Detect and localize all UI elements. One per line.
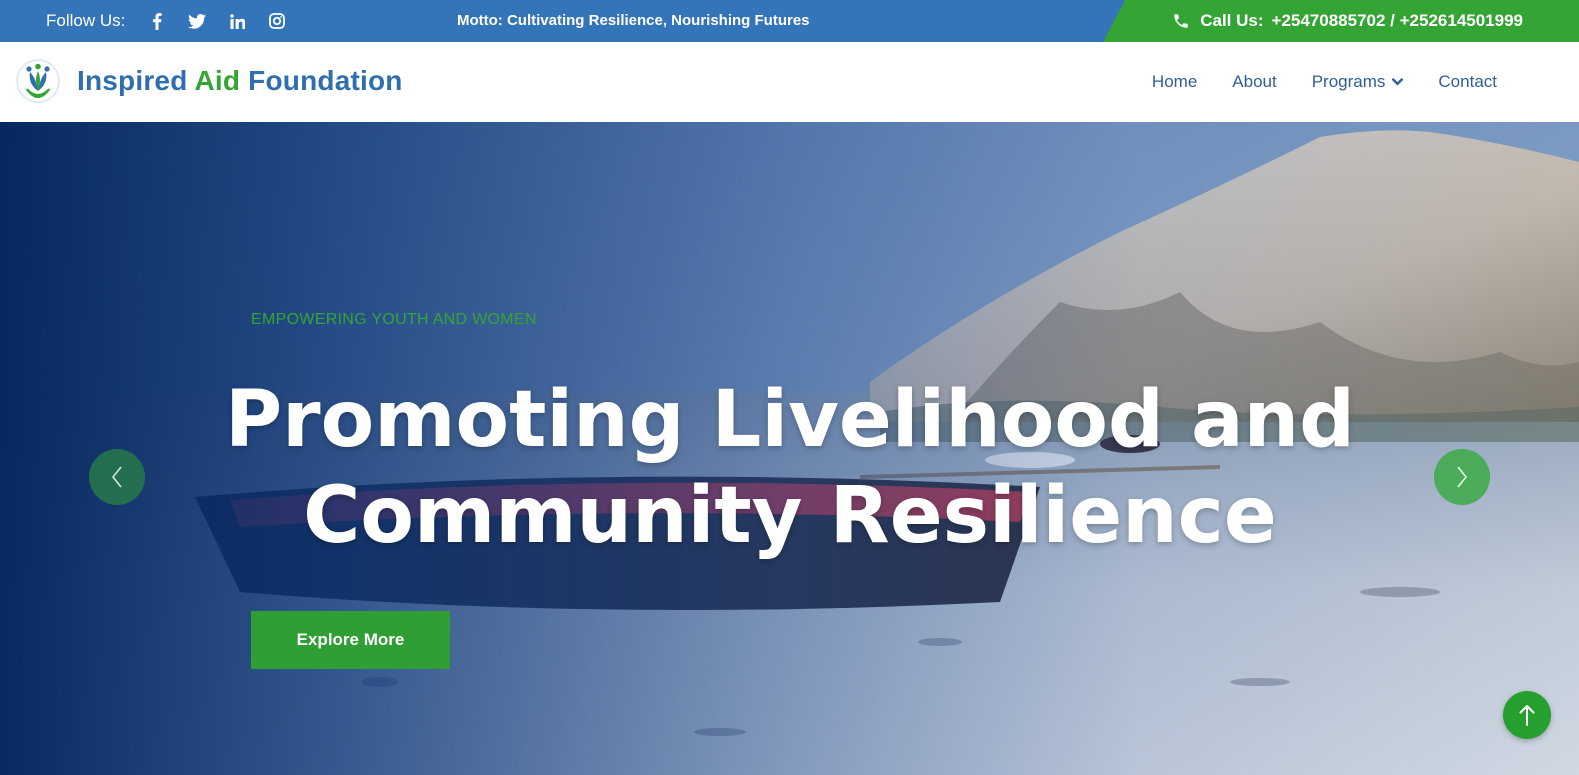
chevron-down-icon [1392,78,1404,86]
foundation-logo-icon [16,59,60,103]
explore-more-button[interactable]: Explore More [251,611,450,669]
back-to-top-button[interactable] [1503,691,1551,739]
top-bar: Follow Us: Motto: Cultivating Resilience… [0,0,1579,42]
nav-home-link[interactable]: Home [1152,72,1197,92]
brand-name-part1: Inspired [77,65,188,96]
hero-headline: Promoting Livelihood and Community Resil… [190,372,1390,564]
hero-eyebrow: EMPOWERING YOUTH AND WOMEN [251,311,537,328]
phone-numbers[interactable]: +25470885702 / +252614501999 [1272,11,1523,31]
facebook-icon[interactable] [137,0,177,42]
nav-programs-dropdown[interactable]: Programs [1312,72,1404,92]
call-us-label: Call Us: [1200,11,1264,30]
hero-slider: EMPOWERING YOUTH AND WOMEN Promoting Liv… [0,122,1579,775]
follow-us: Follow Us: [46,0,297,42]
primary-nav: Home About Programs Contact [1152,42,1497,122]
brand-name: Inspired Aid Foundation [77,65,403,97]
instagram-icon[interactable] [257,0,297,42]
brand-name-part2: Aid [194,65,241,96]
hero-headline-line2: Community Resilience [303,471,1277,561]
nav-programs-label: Programs [1311,72,1386,91]
chevron-right-icon [1457,466,1468,488]
twitter-icon[interactable] [177,0,217,42]
slider-prev-button[interactable] [89,449,145,505]
linkedin-icon[interactable] [217,0,257,42]
call-us-box[interactable]: Call Us: +25470885702 / +252614501999 [1103,0,1579,42]
nav-about-link[interactable]: About [1232,72,1276,92]
arrow-up-icon [1519,705,1535,726]
nav-contact-link[interactable]: Contact [1438,72,1497,92]
motto-text: Motto: Cultivating Resilience, Nourishin… [457,12,810,29]
follow-us-label: Follow Us: [46,11,126,30]
brand-name-part3: Foundation [248,65,403,96]
phone-icon [1172,12,1190,30]
chevron-left-icon [111,466,122,488]
brand-logo-link[interactable]: Inspired Aid Foundation [15,58,403,104]
main-navbar: Inspired Aid Foundation Home About Progr… [0,42,1579,122]
slider-next-button[interactable] [1434,449,1490,505]
hero-headline-line1: Promoting Livelihood and [225,375,1355,465]
